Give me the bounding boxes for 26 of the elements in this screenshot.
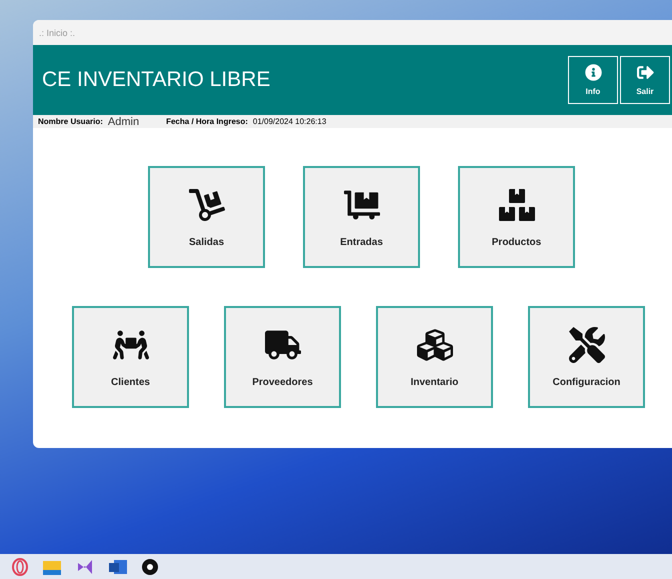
cubes-icon	[416, 326, 452, 362]
user-value: Admin	[108, 116, 140, 128]
menu-tile[interactable]: Clientes	[72, 306, 189, 408]
menu-tile[interactable]: Inventario	[376, 306, 493, 408]
menu-tile[interactable]: Entradas	[303, 166, 420, 268]
ribbon-icon[interactable]	[76, 558, 94, 574]
menu-tile[interactable]: Productos	[458, 166, 575, 268]
document-icon[interactable]	[109, 558, 127, 574]
menu-tile[interactable]: Proveedores	[224, 306, 341, 408]
boxes-icon	[498, 186, 534, 222]
logout-icon	[636, 64, 654, 81]
folder-icon[interactable]	[43, 558, 61, 574]
date-value: 01/09/2024 10:26:13	[252, 117, 326, 126]
info-button[interactable]: Info	[568, 56, 618, 104]
ring-icon[interactable]	[12, 558, 28, 576]
hand-truck-icon	[188, 186, 224, 222]
round-badge-icon[interactable]	[142, 558, 158, 574]
exit-button[interactable]: Salir	[620, 56, 670, 104]
window-title: .: Inicio :.	[39, 28, 76, 38]
date-label: Fecha / Hora Ingreso:	[166, 117, 248, 126]
tools-icon	[568, 326, 604, 362]
menu-tile[interactable]: Salidas	[148, 166, 265, 268]
info-icon	[584, 64, 602, 81]
user-label: Nombre Usuario:	[38, 117, 103, 126]
menu-tile[interactable]: Configuracion	[528, 306, 645, 408]
app-title: CE INVENTARIO LIBRE	[42, 68, 272, 92]
